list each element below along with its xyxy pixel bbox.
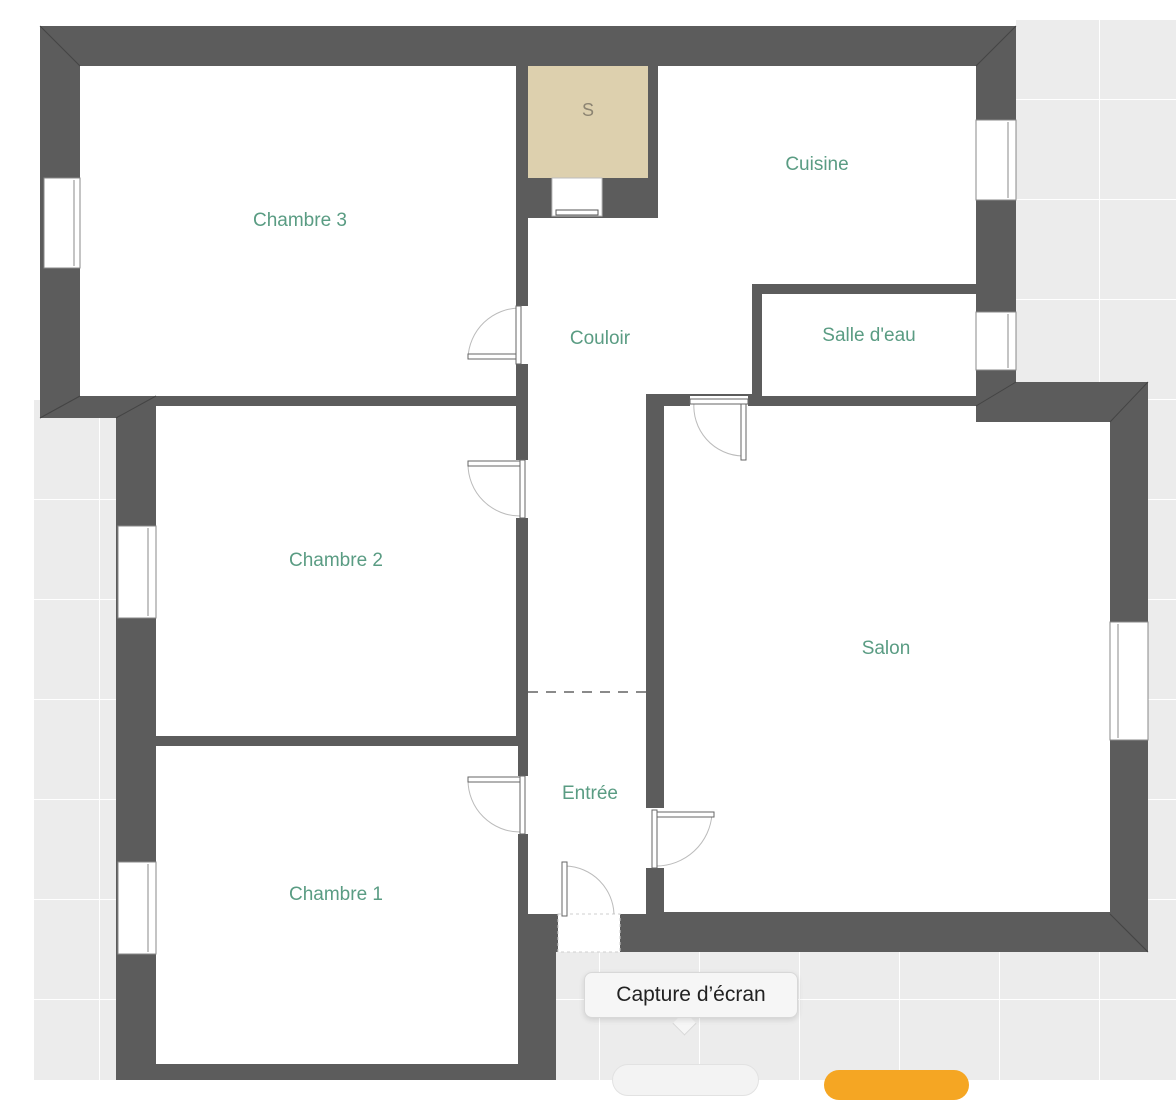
room-salon[interactable] — [664, 422, 1110, 912]
room-chambre-3[interactable] — [80, 66, 516, 396]
window-icon — [117, 861, 157, 955]
screenshot-tooltip: Capture d’écran — [584, 972, 798, 1018]
entrance-opening[interactable] — [557, 913, 621, 953]
room-chambre-1[interactable] — [156, 746, 518, 1064]
window-icon — [975, 119, 1017, 201]
label-salle-eau: Salle d'eau — [822, 325, 915, 346]
background-tiles-left — [34, 400, 116, 1080]
window-icon — [117, 525, 157, 619]
window-icon — [975, 311, 1017, 371]
room-salon-top[interactable] — [664, 406, 976, 426]
label-chambre-2: Chambre 2 — [289, 550, 383, 571]
room-couloir-lower[interactable] — [528, 394, 646, 914]
storage-wall-right — [602, 178, 648, 218]
storage-door-sill — [555, 209, 599, 216]
floor-plan-canvas: Chambre 3 S Cuisine Couloir Salle d'eau … — [0, 0, 1176, 1080]
label-storage: S — [582, 100, 594, 120]
primary-button[interactable] — [824, 1070, 969, 1100]
label-cuisine: Cuisine — [785, 154, 848, 175]
window-icon — [1109, 621, 1149, 741]
window-icon — [43, 177, 81, 269]
label-entree: Entrée — [562, 783, 618, 804]
secondary-button[interactable] — [612, 1064, 759, 1096]
label-chambre-3: Chambre 3 — [253, 210, 347, 231]
room-chambre-2[interactable] — [156, 406, 516, 736]
storage-wall-left — [528, 178, 552, 218]
floor-plan-svg: Chambre 3 S Cuisine Couloir Salle d'eau … — [34, 20, 1176, 1080]
room-couloir[interactable] — [528, 218, 752, 394]
label-couloir: Couloir — [570, 328, 631, 349]
room-storage[interactable] — [528, 66, 648, 178]
label-salon: Salon — [862, 638, 911, 659]
label-chambre-1: Chambre 1 — [289, 884, 383, 905]
